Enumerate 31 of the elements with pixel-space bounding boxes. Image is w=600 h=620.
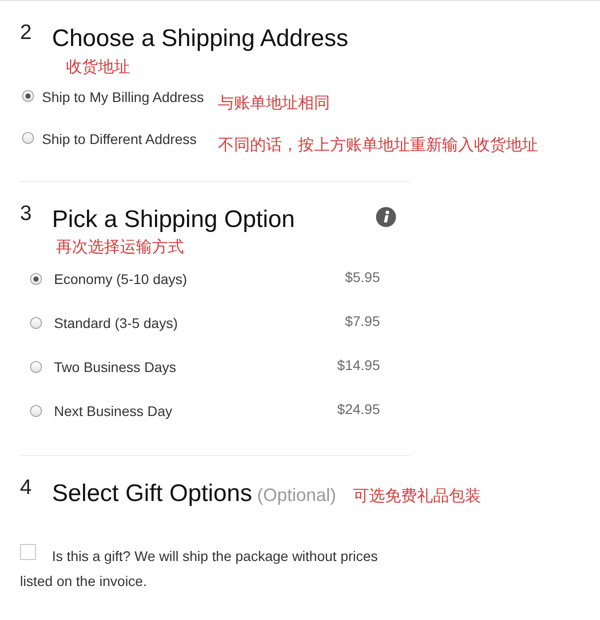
- section-title: Choose a Shipping Address: [52, 25, 348, 53]
- option-label: Economy (5-10 days): [54, 271, 188, 287]
- checkbox[interactable]: [20, 544, 36, 560]
- step-number: 3: [20, 201, 33, 227]
- radio-button[interactable]: [22, 90, 34, 102]
- section-title: Pick a Shipping Option: [52, 206, 295, 234]
- gift-checkbox-label[interactable]: Is this a gift? We will ship the package without prices listed on the invoice.: [20, 544, 400, 594]
- step-number: 4: [20, 475, 33, 501]
- option-price: $24.95: [337, 400, 380, 418]
- option-label: Ship to Different Address: [42, 131, 197, 147]
- option-label: Standard (3-5 days): [54, 315, 178, 331]
- option-label: Ship to My Billing Address: [42, 89, 204, 105]
- section-title: Select Gift Options: [52, 480, 252, 508]
- option-price: $7.95: [344, 312, 380, 330]
- annotation-text: 与账单地址相同: [218, 93, 330, 113]
- annotation-text: 再次选择运输方式: [56, 237, 184, 257]
- radio-button[interactable]: [30, 405, 42, 417]
- optional-label: (Optional): [257, 485, 336, 506]
- annotation-text: 不同的话，按上方账单地址重新输入收货地址: [218, 135, 538, 155]
- option-label: Next Business Day: [54, 403, 172, 419]
- option-price: $14.95: [337, 356, 380, 374]
- option-price: $5.95: [344, 268, 380, 286]
- radio-button[interactable]: [30, 317, 42, 329]
- option-label: Two Business Days: [54, 359, 176, 375]
- annotation-text: 可选免费礼品包装: [353, 486, 482, 506]
- annotation-text: 收货地址: [66, 57, 130, 77]
- info-icon[interactable]: [376, 207, 396, 227]
- radio-button[interactable]: [30, 273, 42, 285]
- step-number: 2: [20, 20, 33, 46]
- radio-button[interactable]: [22, 132, 34, 144]
- radio-button[interactable]: [30, 361, 42, 373]
